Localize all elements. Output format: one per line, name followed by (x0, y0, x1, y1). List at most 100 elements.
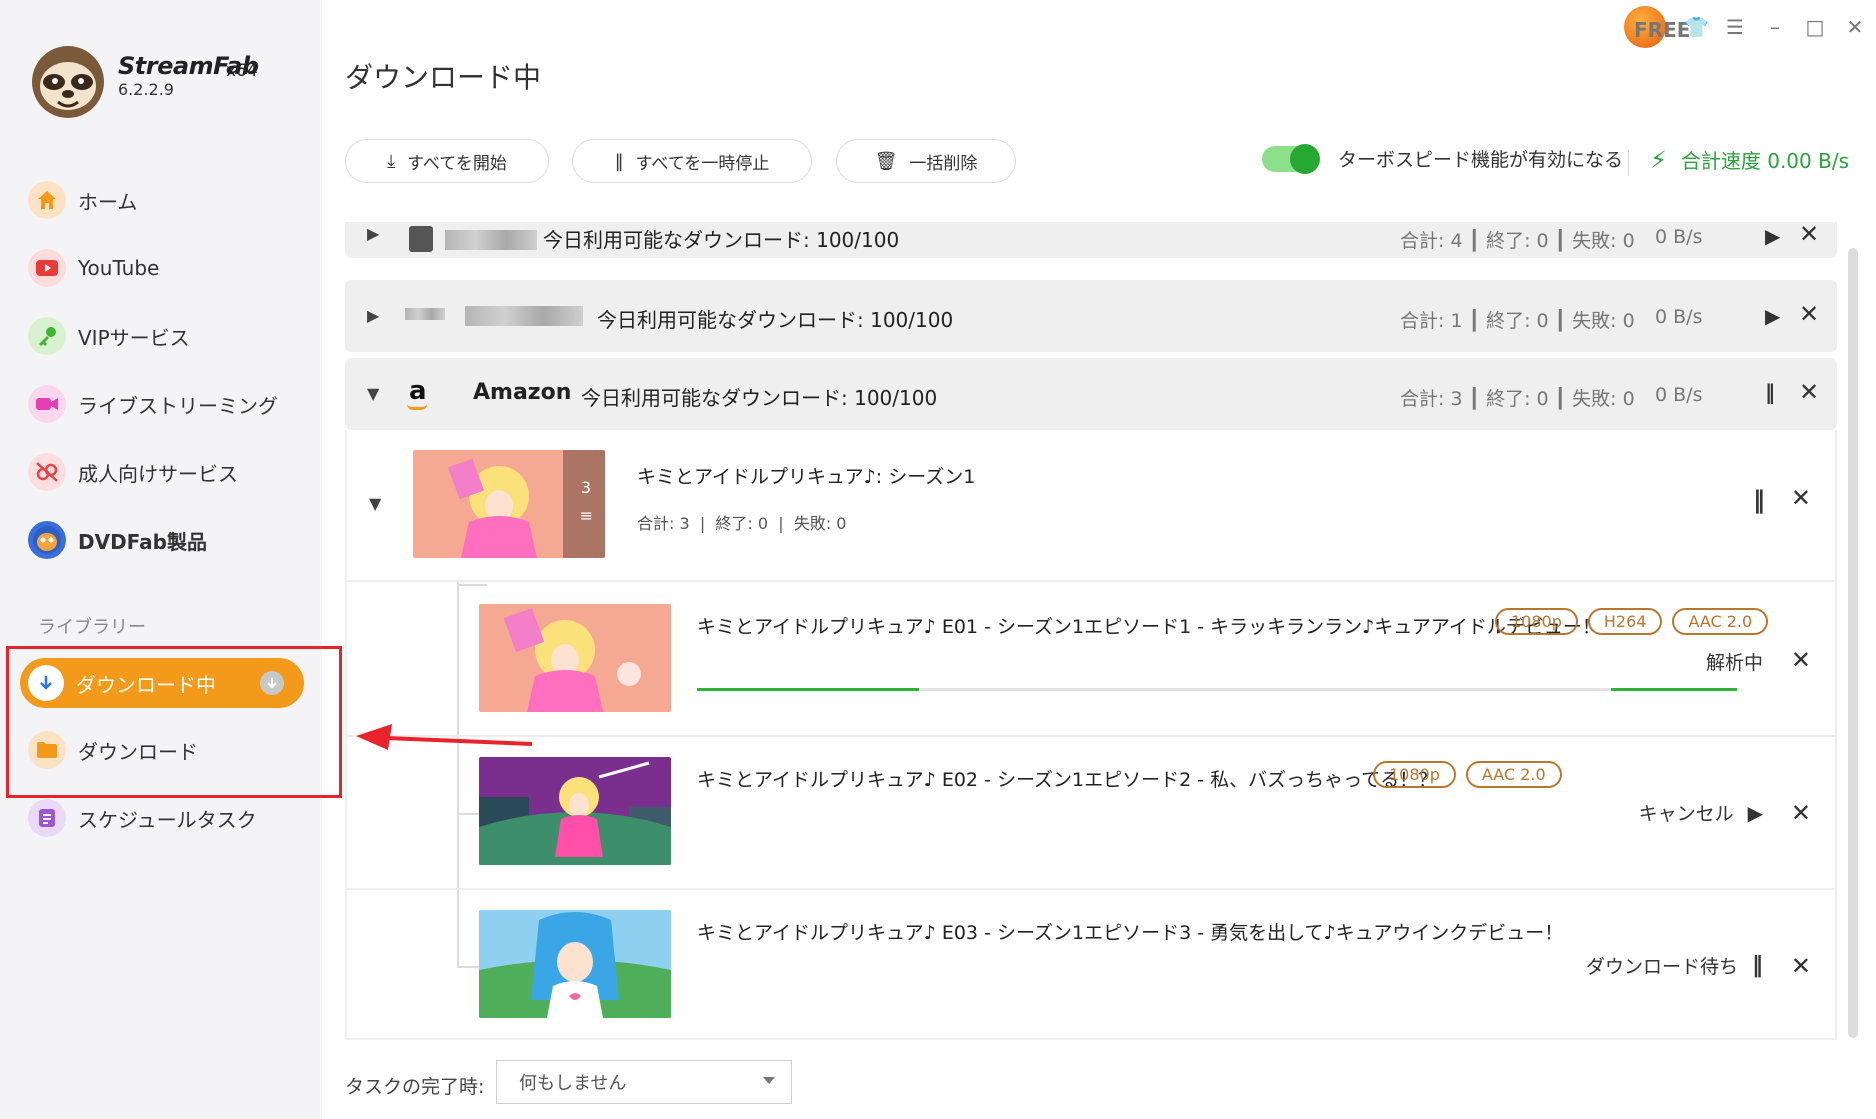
sidebar-item-dvdfab[interactable]: DVDFab製品 (28, 518, 207, 562)
scrollbar[interactable] (1848, 248, 1858, 1038)
sidebar-item-youtube[interactable]: YouTube (28, 246, 159, 290)
total-speed-label: 合計速度 0.00 B/s (1680, 149, 1849, 173)
page-title: ダウンロード中 (345, 61, 542, 94)
download-list: ▶ 今日利用可能なダウンロード: 100/100 合計: 4 ┃ 終了: 0 ┃… (345, 222, 1837, 1040)
sidebar-item-label: ライブストリーミング (78, 393, 278, 418)
sidebar-item-vip[interactable]: VIPサービス (28, 314, 190, 358)
sidebar-item-label: ホーム (78, 189, 138, 214)
pause-all-label: すべてを一時停止 (635, 153, 770, 174)
expand-triangle-icon[interactable]: ▶ (367, 224, 379, 243)
close-icon[interactable]: ✕ (1799, 300, 1819, 328)
amazon-smile-icon (407, 404, 427, 410)
play-icon[interactable]: ▶ (1765, 304, 1780, 328)
chevron-down-icon (763, 1077, 775, 1084)
amazon-group-body: ▼ 3 ≡ キミとアイドルプリキュア♪: シーズン1 合計: 3 | 終了: 0… (345, 430, 1837, 1040)
episode-status: キャンセル ▶ (1638, 800, 1763, 826)
service-logo-icon (409, 226, 433, 252)
progress-fill (697, 688, 919, 691)
menu-icon[interactable]: ☰ (1724, 15, 1746, 39)
sidebar: StreamFab x64 6.2.2.9 ホーム YouTube VIPサービ… (0, 0, 322, 1119)
delete-all-label: 一括削除 (909, 153, 978, 174)
series-row[interactable]: ▼ 3 ≡ キミとアイドルプリキュア♪: シーズン1 合計: 3 | 終了: 0… (347, 430, 1835, 582)
total-speed: ⚡ 合計速度 0.00 B/s (1650, 145, 1849, 174)
sidebar-item-schedule[interactable]: スケジュールタスク (28, 796, 257, 840)
group-service-name: Amazon (473, 380, 572, 405)
group-header[interactable]: ▶ 今日利用可能なダウンロード: 100/100 合計: 1 ┃ 終了: 0 ┃… (345, 280, 1837, 352)
schedule-icon (28, 799, 66, 837)
episode-tags: 1080p AAC 2.0 (1363, 761, 1562, 788)
audio-tag: AAC 2.0 (1672, 608, 1769, 635)
sidebar-item-label: スケジュールタスク (78, 807, 257, 832)
trash-icon: 🗑 (874, 150, 898, 172)
close-icon[interactable]: ✕ (1799, 378, 1819, 406)
thumbnail-count: 3 (580, 478, 591, 497)
blurred-service-name (465, 306, 583, 326)
group-header[interactable]: ▶ 今日利用可能なダウンロード: 100/100 合計: 4 ┃ 終了: 0 ┃… (345, 222, 1837, 258)
turbo-speed-setting: ターボスピード機能が有効になる (1262, 143, 1624, 174)
key-icon (28, 317, 66, 355)
camera-icon (28, 385, 66, 423)
pause-all-button[interactable]: ‖ すべてを一時停止 (572, 139, 812, 183)
sidebar-item-live[interactable]: ライブストリーミング (28, 382, 278, 426)
group-quota: 今日利用可能なダウンロード: 100/100 (581, 386, 938, 410)
play-icon[interactable]: ▶ (1765, 224, 1780, 248)
library-title: ライブラリー (38, 617, 146, 638)
close-window-icon[interactable]: ✕ (1844, 15, 1866, 39)
episode-row[interactable]: キミとアイドルプリキュア♪ E01 - シーズン1エピソード1 - キラッキラン… (347, 584, 1835, 737)
close-icon[interactable]: ✕ (1791, 799, 1811, 827)
start-all-button[interactable]: ⤓ すべてを開始 (345, 139, 549, 183)
episode-status: 解析中 (1705, 652, 1763, 674)
expand-triangle-icon[interactable]: ▶ (367, 306, 379, 325)
minimize-icon[interactable]: – (1764, 15, 1786, 39)
play-icon[interactable]: ▶ (1748, 801, 1763, 825)
series-title: キミとアイドルプリキュア♪: シーズン1 (637, 466, 976, 488)
task-complete-label: タスクの完了時: (345, 1076, 485, 1098)
sidebar-item-label: VIPサービス (78, 325, 190, 350)
task-complete-select[interactable]: 何もしません (496, 1060, 792, 1104)
episode-thumbnail (479, 757, 671, 865)
delete-all-button[interactable]: 🗑 一括削除 (836, 139, 1016, 183)
episode-thumbnail (479, 910, 671, 1018)
tree-connector (457, 584, 487, 586)
pause-icon[interactable]: ‖ (1752, 953, 1763, 978)
divider (1628, 150, 1629, 176)
sloth-logo-icon (32, 46, 104, 118)
sidebar-item-home[interactable]: ホーム (28, 178, 137, 222)
free-badge-label: FREE (1634, 18, 1691, 42)
episode-tags: 1080p H264 AAC 2.0 (1485, 608, 1769, 635)
maximize-icon[interactable]: □ (1804, 15, 1826, 39)
adult-icon (28, 453, 66, 491)
progress-fill (1611, 688, 1737, 691)
close-icon[interactable]: ✕ (1791, 646, 1811, 674)
group-quota: 今日利用可能なダウンロード: 100/100 (597, 308, 954, 332)
turbo-toggle[interactable] (1262, 143, 1320, 174)
pause-icon[interactable]: ‖ (1765, 380, 1775, 404)
close-icon[interactable]: ✕ (1791, 484, 1811, 512)
episode-row[interactable]: キミとアイドルプリキュア♪ E03 - シーズン1エピソード3 - 勇気を出して… (347, 890, 1835, 1040)
skin-icon[interactable]: 👕 (1684, 15, 1709, 39)
lightning-icon: ⚡ (1650, 145, 1667, 174)
episode-title: キミとアイドルプリキュア♪ E01 - シーズン1エピソード1 - キラッキラン… (697, 616, 1601, 638)
app-version: 6.2.2.9 (118, 80, 174, 99)
series-thumbnail: 3 ≡ (413, 450, 605, 558)
group-stats: 合計: 4 ┃ 終了: 0 ┃ 失敗: 0 (1400, 230, 1635, 252)
episode-status: ダウンロード待ち ‖ (1585, 953, 1763, 978)
collapse-triangle-icon[interactable]: ▼ (367, 384, 379, 403)
episode-title: キミとアイドルプリキュア♪ E02 - シーズン1エピソード2 - 私、バズっち… (697, 769, 1438, 791)
pause-icon[interactable]: ‖ (1753, 486, 1765, 514)
free-gift-icon[interactable]: FREE (1624, 6, 1691, 48)
blurred-service-logo (405, 308, 445, 320)
download-icon: ⤓ (387, 150, 396, 172)
turbo-label: ターボスピード機能が有効になる (1338, 149, 1624, 171)
highlight-annotation-box (6, 646, 342, 798)
episode-row[interactable]: キミとアイドルプリキュア♪ E02 - シーズン1エピソード2 - 私、バズっち… (347, 737, 1835, 890)
sidebar-item-label: DVDFab製品 (78, 529, 207, 554)
resolution-tag: 1080p (1373, 761, 1456, 788)
collapse-triangle-icon[interactable]: ▼ (369, 494, 381, 513)
codec-tag: H264 (1587, 608, 1663, 635)
series-stats: 合計: 3 | 終了: 0 | 失敗: 0 (637, 514, 847, 533)
close-icon[interactable]: ✕ (1791, 952, 1811, 980)
group-header-amazon[interactable]: ▼ a Amazon 今日利用可能なダウンロード: 100/100 合計: 3 … (345, 358, 1837, 430)
sidebar-item-adult[interactable]: 成人向けサービス (28, 450, 238, 494)
close-icon[interactable]: ✕ (1799, 222, 1819, 248)
